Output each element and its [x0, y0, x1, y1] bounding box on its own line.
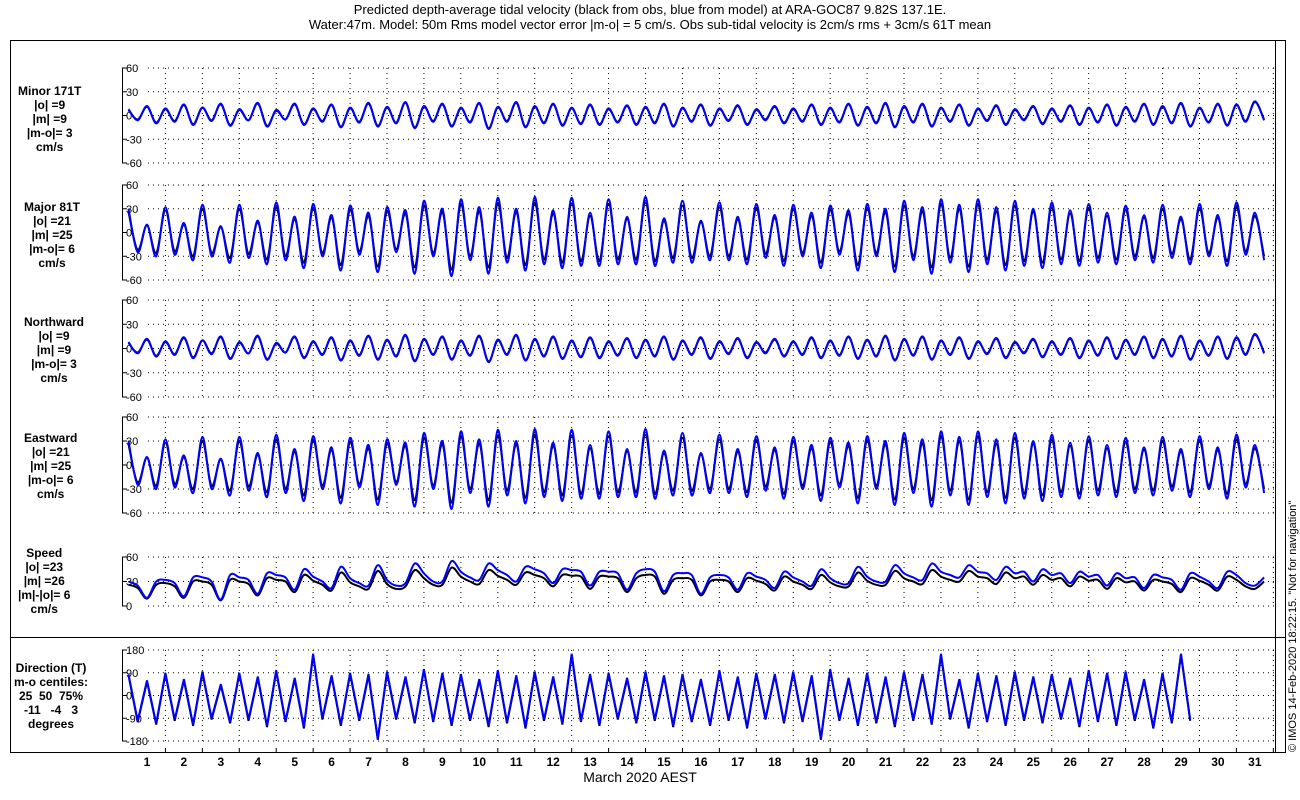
speed-y-tick-label: 0 [126, 601, 132, 613]
northward-y-tick-label: -60 [126, 392, 142, 404]
tidal-velocity-chart: 1 2 3 4 5 6 7 8 9 10 11 12 13 14 15 16 17 18 19 20 21 22 23 24 2… [10, 40, 1286, 769]
x-tick-label-17: 17 [731, 755, 745, 769]
x-tick-label-15: 15 [657, 755, 671, 769]
x-tick-label-30: 30 [1211, 755, 1225, 769]
direction-label-line: Direction (T) [15, 661, 87, 675]
x-tick-label-29: 29 [1174, 755, 1188, 769]
speed-label-line: |m| =26 [23, 574, 65, 588]
major-y-tick-label: 60 [126, 180, 138, 192]
major-label-line: |m| =25 [31, 228, 73, 242]
minor-label-line: |o| =9 [34, 98, 66, 112]
x-tick-label-7: 7 [365, 755, 372, 769]
x-tick-label-2: 2 [181, 755, 188, 769]
x-tick-label-10: 10 [473, 755, 487, 769]
speed-y-tick-label: 60 [126, 552, 138, 564]
direction-label-line: degrees [27, 717, 75, 731]
x-tick-label-31: 31 [1248, 755, 1262, 769]
minor-label-line: |m-o|= 3 [26, 126, 73, 140]
direction-panel-label: Direction (T) m-o centiles: 25 50 75% -11 -… [14, 661, 88, 731]
x-tick-label-18: 18 [768, 755, 782, 769]
x-tick-label-19: 19 [805, 755, 819, 769]
x-tick-label-21: 21 [879, 755, 893, 769]
minor-panel-label: Minor 171T |o| =9 |m| =9 |m-o|= 3 cm/s [18, 84, 81, 154]
northward-model-line [127, 332, 1266, 364]
direction-label-line: m-o centiles: [14, 675, 89, 689]
minor-y-tick-label: 30 [126, 87, 138, 99]
x-tick-label-24: 24 [990, 755, 1004, 769]
x-tick-label-3: 3 [217, 755, 224, 769]
eastward-y-tick-label: 60 [126, 412, 138, 424]
x-tick-label-8: 8 [402, 755, 409, 769]
direction-model-line [127, 653, 1192, 739]
minor-model-line [127, 100, 1266, 131]
x-tick-label-6: 6 [328, 755, 335, 769]
x-tick-label-23: 23 [953, 755, 967, 769]
direction-label-line: 25 50 75% [18, 689, 84, 703]
minor-y-tick-label: 60 [126, 63, 138, 75]
northward-y-tick-label: -30 [126, 368, 142, 380]
x-tick-label-1: 1 [144, 755, 151, 769]
credit-text: © IMOS 14-Feb-2020 18:22:15. "Not for na… [1287, 500, 1299, 752]
x-tick-label-14: 14 [620, 755, 634, 769]
minor-label-line: Minor 171T [18, 84, 82, 98]
eastward-label-line: |o| =21 [31, 445, 70, 459]
x-tick-label-26: 26 [1064, 755, 1078, 769]
direction-y-tick-label: -180 [126, 736, 148, 748]
direction-y-tick-label: 90 [126, 668, 138, 680]
minor-label-line: |m| =9 [32, 112, 67, 126]
x-tick-label-20: 20 [842, 755, 856, 769]
speed-label-line: |m|-|o|= 6 [18, 588, 71, 602]
x-tick-label-13: 13 [583, 755, 597, 769]
northward-panel-label: Northward |o| =9 |m| =9 |m-o|= 3 cm/s [24, 315, 84, 385]
x-tick-label-28: 28 [1137, 755, 1151, 769]
eastward-label-line: |m-o|= 6 [27, 473, 74, 487]
major-label-line: cm/s [38, 256, 66, 270]
speed-panel-label: Speed |o| =23 |m| =26 |m|-|o|= 6 cm/s [18, 546, 70, 616]
northward-label-line: |o| =9 [38, 329, 70, 343]
x-tick-label-25: 25 [1027, 755, 1041, 769]
x-tick-label-22: 22 [916, 755, 930, 769]
x-tick-label-11: 11 [510, 755, 523, 769]
direction-y-tick-label: 180 [126, 645, 144, 657]
major-label-line: |o| =21 [33, 214, 71, 228]
major-label-line: Major 81T [24, 200, 81, 214]
major-y-tick-label: -60 [126, 275, 142, 287]
northward-y-tick-label: 30 [126, 319, 138, 331]
direction-label-line: -11 -4 3 [23, 703, 79, 717]
x-tick-label-5: 5 [291, 755, 298, 769]
x-tick-label-12: 12 [547, 755, 561, 769]
northward-label-line: Northward [24, 315, 84, 329]
x-tick-label-4: 4 [254, 755, 261, 769]
minor-y-tick-label: -30 [126, 134, 142, 146]
x-axis-label: March 2020 AEST [583, 769, 697, 785]
major-label-line: |m-o|= 6 [29, 242, 75, 256]
speed-label-line: |o| =23 [25, 560, 64, 574]
eastward-label-line: Eastward [24, 431, 78, 445]
eastward-label-line: |m| =25 [30, 459, 72, 473]
northward-label-line: cm/s [40, 371, 68, 385]
eastward-y-tick-label: -60 [126, 508, 142, 520]
speed-label-line: Speed [26, 546, 63, 560]
minor-label-line: cm/s [36, 140, 64, 154]
x-tick-label-9: 9 [439, 755, 446, 769]
eastward-panel-label: Eastward |o| =21 |m| =25 |m-o|= 6 cm/s [24, 431, 77, 501]
northward-label-line: |m-o|= 3 [31, 357, 77, 371]
major-y-tick-label: -30 [126, 251, 142, 263]
northward-label-line: |m| =9 [36, 343, 72, 357]
major-panel-label: Major 81T |o| =21 |m| =25 |m-o|= 6 cm/s [24, 200, 80, 270]
minor-y-tick-label: -60 [126, 158, 142, 170]
eastward-label-line: cm/s [37, 487, 65, 501]
x-tick-label-27: 27 [1100, 755, 1114, 769]
speed-label-line: cm/s [30, 602, 58, 616]
northward-y-tick-label: 60 [126, 295, 138, 307]
eastward-y-tick-label: -30 [126, 484, 142, 496]
x-tick-label-16: 16 [694, 755, 708, 769]
